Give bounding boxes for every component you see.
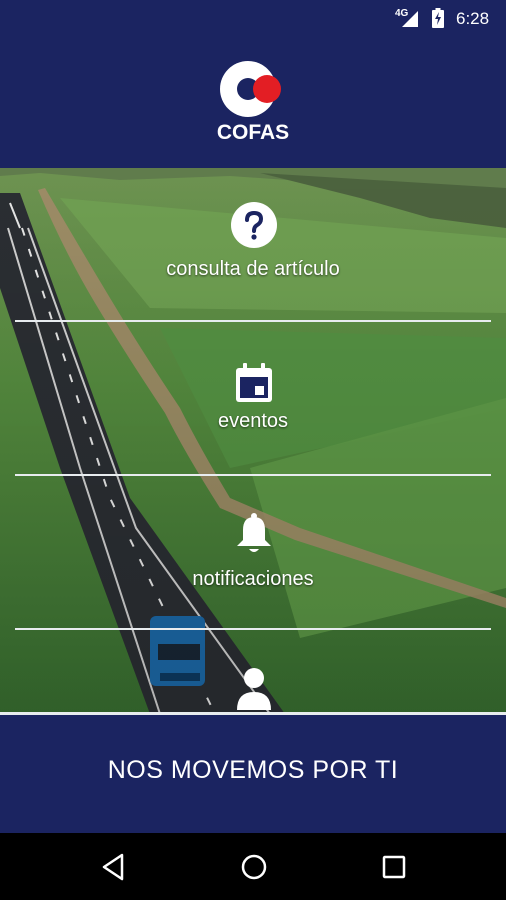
tagline-text: NOS MOVEMOS POR TI — [107, 756, 399, 784]
person-icon — [237, 668, 271, 710]
status-bar: 4G 6:28 — [0, 0, 506, 36]
menu-item-label: notificaciones — [192, 568, 314, 590]
header: COFAS — [0, 36, 506, 168]
menu-area: consulta de artículo eventos notificacio… — [0, 168, 506, 714]
menu-item-label: consulta de artículo — [166, 258, 340, 280]
tagline-banner: NOS MOVEMOS POR TI — [0, 715, 506, 833]
back-icon[interactable] — [98, 851, 130, 883]
clock: 6:28 — [456, 9, 490, 28]
system-nav-bar — [0, 833, 506, 900]
logo-wordmark: COFAS — [216, 121, 290, 144]
cofas-logo: COFAS — [207, 58, 299, 148]
logo-mark — [220, 61, 281, 117]
menu-item-perfil[interactable] — [0, 630, 506, 714]
signal-icon — [402, 11, 418, 27]
calendar-icon — [236, 363, 272, 402]
recents-icon[interactable] — [378, 851, 410, 883]
battery-charging-icon — [432, 8, 444, 28]
menu-item-label: eventos — [217, 410, 289, 432]
help-circle-icon — [231, 202, 277, 248]
menu-item-consulta-articulo[interactable]: consulta de artículo — [0, 168, 506, 322]
menu-item-notificaciones[interactable]: notificaciones — [0, 476, 506, 630]
home-icon[interactable] — [238, 851, 270, 883]
menu-item-eventos[interactable]: eventos — [0, 322, 506, 476]
bell-icon — [237, 513, 271, 552]
